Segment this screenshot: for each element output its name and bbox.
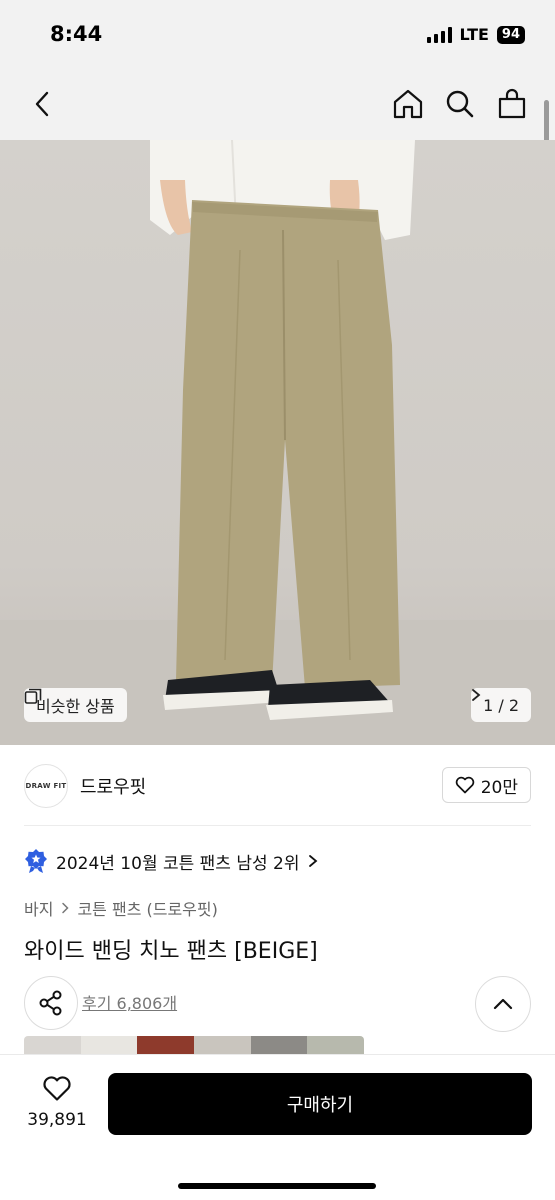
share-button[interactable] [24,976,78,1030]
battery-icon: 94 [496,25,525,44]
buy-button[interactable]: 구매하기 [108,1073,532,1135]
breadcrumb: 바지 코튼 팬츠 (드로우핏) [24,896,218,920]
product-photo [0,140,555,745]
image-page-indicator[interactable]: 1 / 2 [471,688,531,722]
thumbnail[interactable] [137,1036,195,1054]
brand-name[interactable]: 드로우핏 [80,773,146,799]
chevron-left-icon [35,91,49,117]
signal-icon [426,26,452,43]
nav-actions [391,86,529,122]
network-label: LTE [459,25,489,44]
thumbnail[interactable] [307,1036,364,1054]
divider [24,825,531,826]
brand-row: DRAW FIT 드로우핏 20만 [0,745,555,825]
review-link[interactable]: 후기 6,806개 [82,990,177,1014]
chevron-right-icon [308,855,317,867]
product-like-count: 39,891 [27,1110,87,1130]
home-button[interactable] [391,86,425,122]
ranking-link[interactable]: 2024년 10월 코튼 팬츠 남성 2위 [24,848,318,874]
ranking-badge-icon [25,849,47,873]
thumbnail[interactable] [250,1036,308,1054]
cart-button[interactable] [495,86,529,122]
heart-icon [43,1076,71,1101]
chevron-up-icon [493,998,513,1010]
chevron-right-icon [472,689,481,701]
similar-products-button[interactable]: 비슷한 상품 [24,688,127,722]
product-like-button[interactable]: 39,891 [24,1075,90,1130]
scroll-to-top-button[interactable] [475,976,531,1032]
status-indicators: LTE 94 [426,25,525,44]
navigation-bar [0,70,555,140]
back-button[interactable] [24,86,60,122]
share-icon [39,990,62,1016]
brand-like-count: 20만 [480,777,518,798]
status-bar: 8:44 LTE 94 [0,0,555,70]
thumbnail-strip [24,1036,364,1054]
breadcrumb-subcategory[interactable]: 코튼 팬츠 (드로우핏) [77,896,217,920]
product-image[interactable]: 비슷한 상품 1 / 2 [0,140,555,745]
ranking-text: 2024년 10월 코튼 팬츠 남성 2위 [56,853,300,874]
shopping-bag-icon [498,88,526,119]
heart-icon [455,776,474,794]
page-indicator-text: 1 / 2 [483,695,519,715]
thumbnail[interactable] [80,1036,138,1054]
chevron-right-icon [62,902,70,914]
search-button[interactable] [443,86,477,122]
thumbnail[interactable] [24,1036,81,1054]
brand-logo[interactable]: DRAW FIT [24,764,68,808]
product-title: 와이드 밴딩 치노 팬츠 [BEIGE] [24,939,318,964]
similar-products-label: 비슷한 상품 [36,697,115,716]
breadcrumb-category[interactable]: 바지 [24,896,53,920]
thumbnail[interactable] [194,1036,251,1054]
home-icon [393,89,423,119]
similar-products-icon [24,688,42,704]
search-icon [446,90,474,118]
status-time: 8:44 [50,22,103,46]
bottom-action-bar: 39,891 구매하기 [0,1054,555,1200]
home-indicator [178,1183,376,1189]
brand-like-button[interactable]: 20만 [441,767,531,803]
